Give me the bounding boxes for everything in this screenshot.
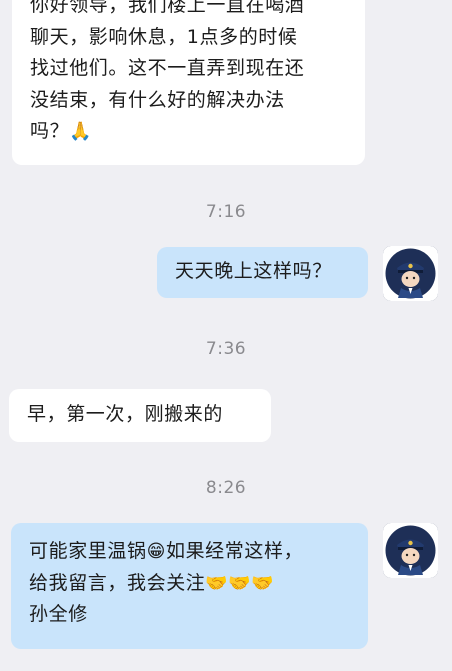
timestamp: 7:36: [205, 339, 247, 359]
handshake-icon: 🤝🤝🤝: [205, 572, 275, 594]
outgoing-message-bubble[interactable]: 天天晚上这样吗？: [157, 247, 368, 298]
message-text-line: 吗？🙏: [30, 120, 93, 142]
timestamp: 7:16: [205, 202, 247, 222]
police-avatar-icon: [383, 523, 438, 578]
avatar[interactable]: [383, 523, 438, 578]
message-text-line: 聊天，影响休息，1点多的时候: [30, 25, 298, 48]
message-text-line: 给我留言，我会关注🤝🤝🤝: [29, 571, 275, 594]
message-text-line: 天天晚上这样吗？: [175, 260, 332, 282]
timestamp: 8:26: [205, 478, 247, 498]
police-avatar-icon: [383, 246, 438, 301]
praying-hands-icon: 🙏: [69, 121, 93, 142]
message-text-line: 可能家里温锅😁如果经常这样，: [29, 540, 304, 562]
message-signature: 孙全修: [29, 603, 88, 625]
grinning-face-icon: 😁: [146, 541, 166, 562]
incoming-message-bubble[interactable]: 早，第一次，刚搬来的: [9, 389, 271, 442]
outgoing-message-bubble[interactable]: 可能家里温锅😁如果经常这样， 给我留言，我会关注🤝🤝🤝 孙全修: [11, 523, 368, 649]
message-text-line: 你好领导，我们楼上一直在喝酒: [30, 0, 305, 16]
incoming-message-bubble[interactable]: 你好领导，我们楼上一直在喝酒 聊天，影响休息，1点多的时候 找过他们。这不一直弄…: [12, 0, 365, 165]
message-text-line: 找过他们。这不一直弄到现在还: [30, 57, 305, 79]
avatar[interactable]: [383, 246, 438, 301]
message-text-line: 早，第一次，刚搬来的: [27, 403, 224, 425]
message-text-line: 没结束，有什么好的解决办法: [30, 88, 285, 111]
